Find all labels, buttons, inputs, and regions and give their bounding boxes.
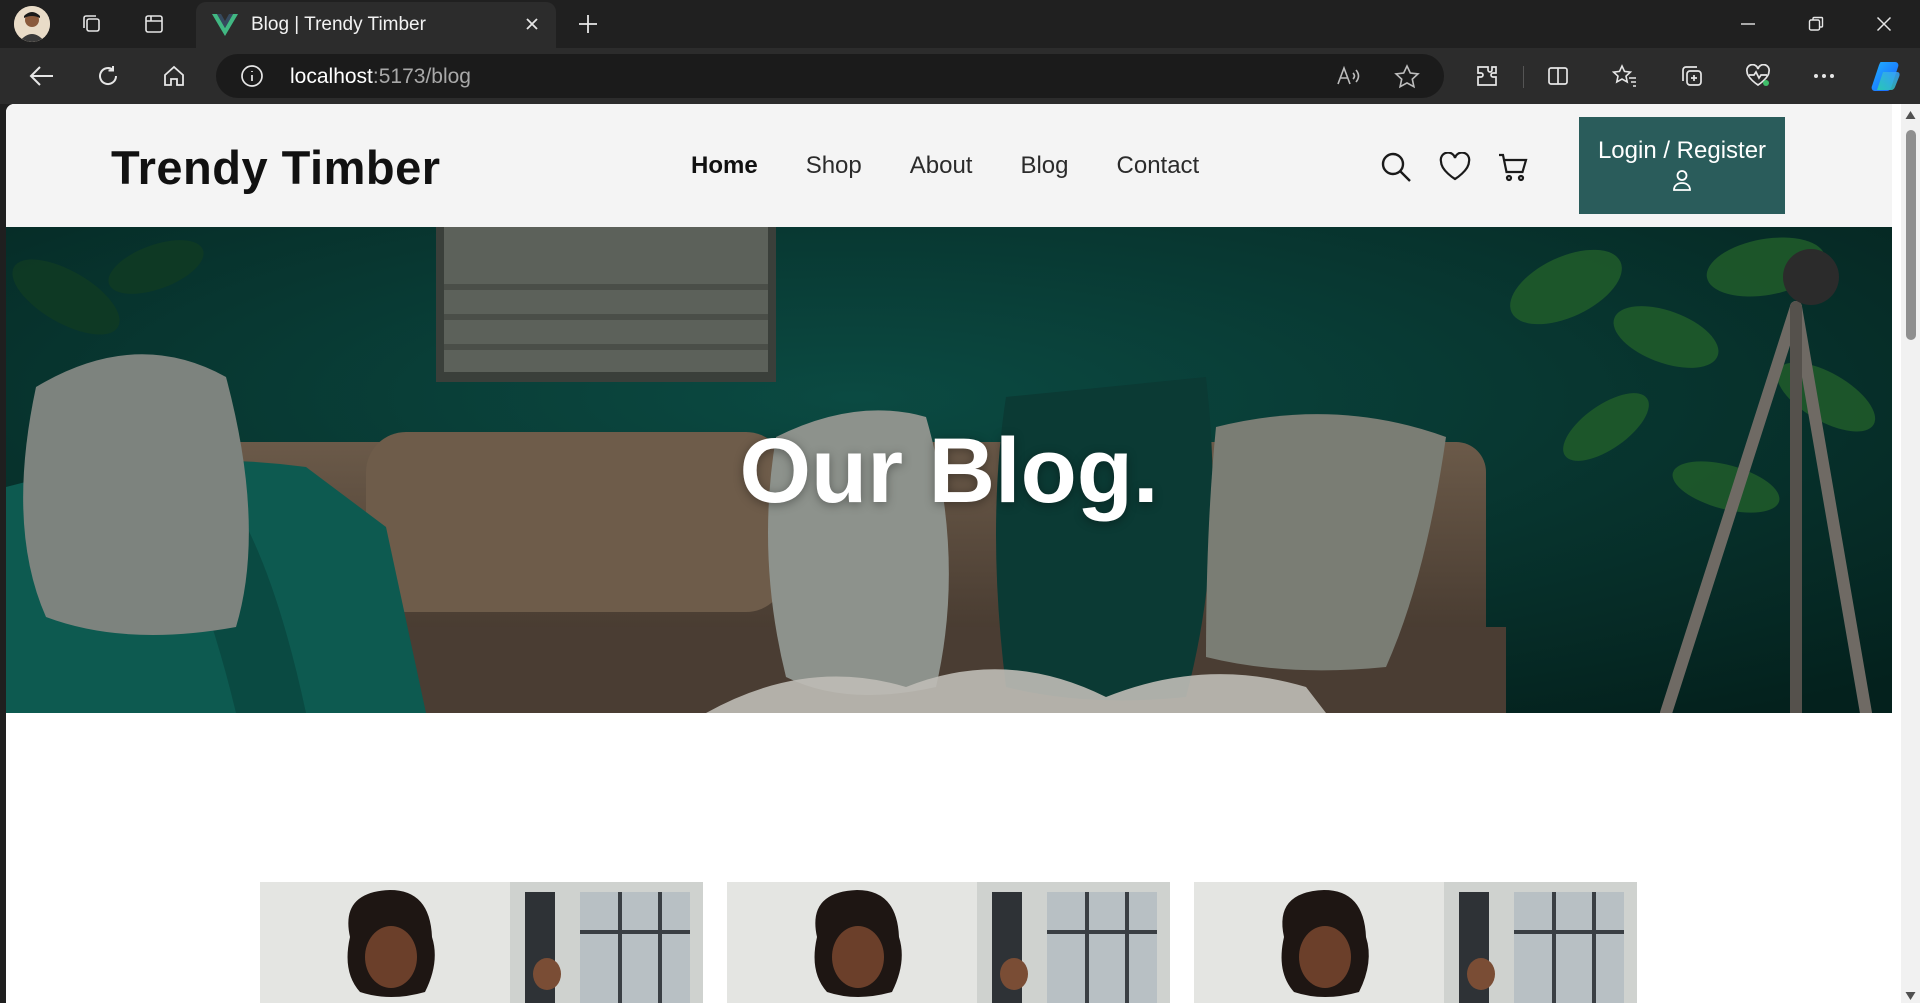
more-options-icon[interactable] [1808,60,1840,92]
cart-icon[interactable] [1496,150,1530,184]
url-path: :5173/blog [372,65,471,88]
browser-toolbar: localhost:5173/blog [0,48,1920,104]
scroll-up-icon[interactable] [1905,110,1916,120]
url-text: localhost:5173/blog [290,65,471,89]
heart-icon[interactable] [1438,150,1472,184]
workspaces-icon[interactable] [76,8,108,40]
favorite-star-icon[interactable] [1394,64,1420,90]
page-scrollbar[interactable] [1901,104,1920,1003]
blog-card[interactable] [1194,882,1637,1003]
nav-contact[interactable]: Contact [1117,152,1200,180]
nav-about[interactable]: About [910,152,973,180]
tab-title: Blog | Trendy Timber [251,14,426,35]
extensions-icon[interactable] [1471,60,1503,92]
back-icon[interactable] [26,60,58,92]
site-info-icon[interactable] [240,64,264,88]
blog-card-list [260,882,1637,1003]
scroll-thumb[interactable] [1906,130,1916,340]
blog-card[interactable] [727,882,1170,1003]
read-aloud-icon[interactable] [1336,64,1362,88]
restore-icon[interactable] [1786,0,1846,48]
blog-card-image [260,882,703,1003]
nav-shop[interactable]: Shop [806,152,862,180]
split-screen-icon[interactable] [1542,60,1574,92]
site-header: Trendy Timber Home Shop About Blog Conta… [6,104,1892,227]
browser-tab-bar: Blog | Trendy Timber [0,0,1920,48]
search-icon[interactable] [1379,150,1413,184]
nav-blog[interactable]: Blog [1020,152,1068,180]
vue-logo-icon [212,13,238,37]
favorites-icon[interactable] [1609,60,1641,92]
page-viewport: Trendy Timber Home Shop About Blog Conta… [6,104,1920,1003]
main-nav: Home Shop About Blog Contact [691,152,1199,180]
user-icon [1672,169,1692,194]
close-tab-icon[interactable] [518,10,546,38]
hero-title: Our Blog. [739,420,1159,522]
blog-card-image [727,882,1170,1003]
nav-home[interactable]: Home [691,152,758,180]
collections-icon[interactable] [1676,60,1708,92]
hero-banner: Our Blog. [6,227,1892,713]
tab-blog[interactable]: Blog | Trendy Timber [196,2,556,48]
minimize-icon[interactable] [1718,0,1778,48]
scroll-down-icon[interactable] [1905,991,1916,1001]
toolbar-divider [1523,66,1524,88]
tab-actions-icon[interactable] [138,8,170,40]
browser-essentials-icon[interactable] [1742,60,1774,92]
blog-card-image [1194,882,1637,1003]
login-register-label: Login / Register [1597,137,1767,164]
copilot-icon[interactable] [1868,57,1906,95]
refresh-icon[interactable] [92,60,124,92]
url-host: localhost [290,65,373,88]
blog-card[interactable] [260,882,703,1003]
home-icon[interactable] [158,60,190,92]
address-bar[interactable]: localhost:5173/blog [216,54,1444,98]
login-register-button[interactable]: Login / Register [1579,117,1785,214]
close-window-icon[interactable] [1854,0,1914,48]
profile-avatar[interactable] [14,6,50,42]
site-brand[interactable]: Trendy Timber [111,140,441,195]
new-tab-icon[interactable] [572,8,604,40]
